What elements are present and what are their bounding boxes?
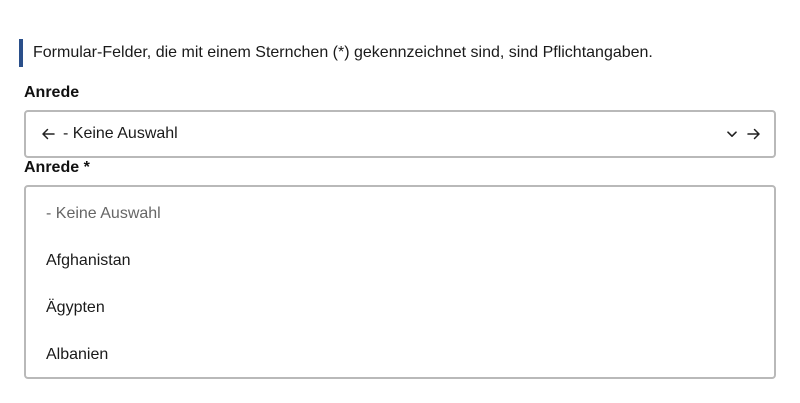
- arrow-right-icon[interactable]: [746, 128, 762, 140]
- arrow-left-icon[interactable]: [40, 128, 56, 140]
- option-albania[interactable]: Albanien: [26, 331, 774, 377]
- salutation-required-listbox[interactable]: - Keine Auswahl Afghanistan Ägypten Alba…: [24, 185, 776, 379]
- salutation-required-label: Anrede *: [24, 159, 90, 176]
- salutation-label: Anrede: [24, 84, 80, 101]
- form-page: Formular-Felder, die mit einem Sternchen…: [0, 0, 800, 403]
- chevron-down-icon[interactable]: [726, 128, 738, 140]
- required-fields-notice: Formular-Felder, die mit einem Sternchen…: [19, 39, 653, 67]
- option-afghanistan[interactable]: Afghanistan: [26, 237, 774, 284]
- salutation-selected-value: - Keine Auswahl: [63, 125, 178, 142]
- option-egypt[interactable]: Ägypten: [26, 284, 774, 331]
- option-no-selection[interactable]: - Keine Auswahl: [26, 190, 774, 237]
- salutation-select[interactable]: - Keine Auswahl: [24, 110, 776, 158]
- notice-text: Formular-Felder, die mit einem Sternchen…: [33, 44, 653, 61]
